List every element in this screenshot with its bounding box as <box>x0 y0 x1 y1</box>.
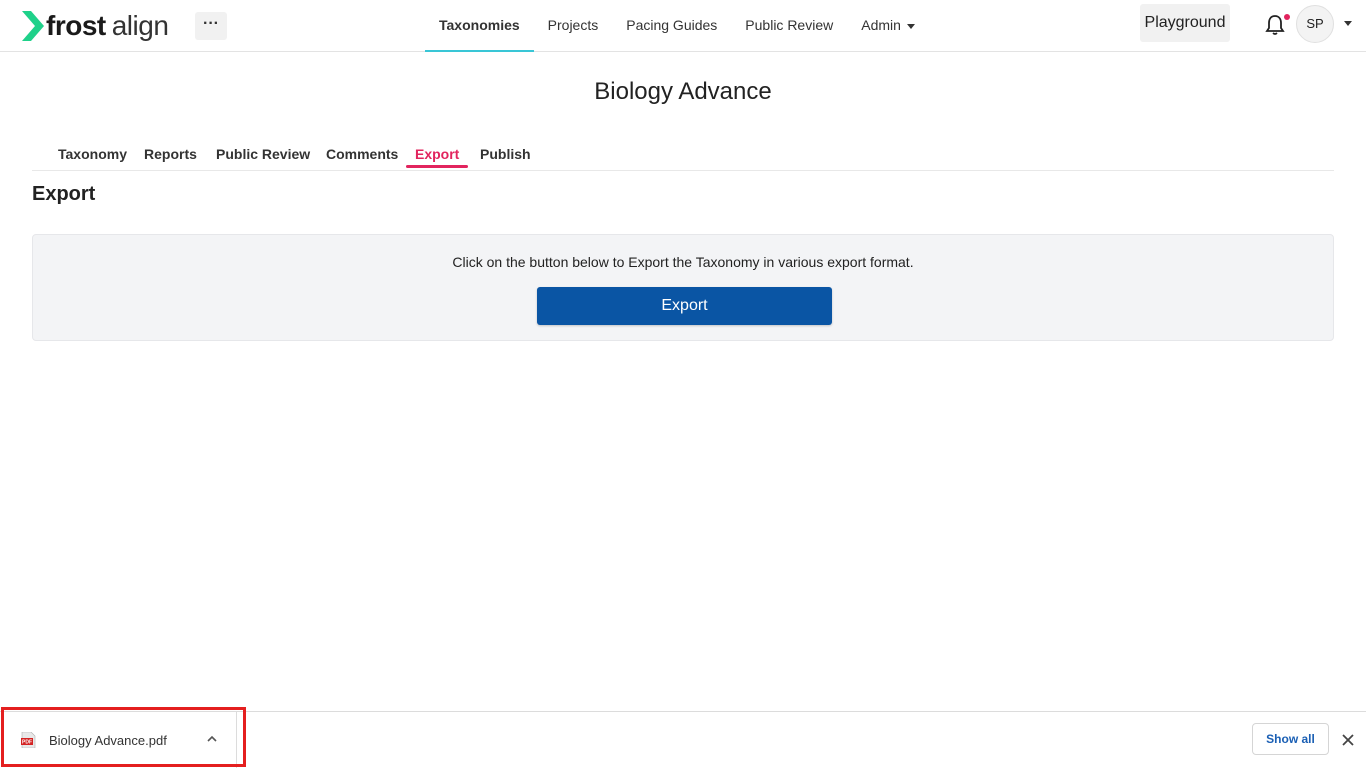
tab-export[interactable]: Export <box>415 146 459 162</box>
caret-down-icon <box>906 23 915 29</box>
pdf-file-icon: PDF <box>21 732 36 748</box>
notification-dot <box>1284 14 1290 20</box>
page-title: Biology Advance <box>594 78 772 105</box>
nav-item-projects[interactable]: Projects <box>534 0 613 52</box>
nav-item-public-review[interactable]: Public Review <box>731 0 847 52</box>
show-all-button[interactable]: Show all <box>1252 723 1329 755</box>
nav-item-taxonomies[interactable]: Taxonomies <box>425 0 534 52</box>
nav-item-admin[interactable]: Admin <box>847 0 929 52</box>
frost-align-logo[interactable]: frost align <box>22 9 169 43</box>
export-panel: Click on the button below to Export the … <box>32 234 1334 341</box>
tab-reports[interactable]: Reports <box>144 146 197 162</box>
user-avatar[interactable]: SP <box>1296 5 1334 43</box>
tab-publish[interactable]: Publish <box>480 146 531 162</box>
logo-chevron-icon <box>22 11 44 41</box>
tab-taxonomy[interactable]: Taxonomy <box>58 146 127 162</box>
section-title: Export <box>32 183 96 205</box>
export-description: Click on the button below to Export the … <box>452 254 914 270</box>
download-item[interactable]: PDF Biology Advance.pdf <box>0 712 237 768</box>
top-navbar: frost align ··· Taxonomies Projects Pacin… <box>0 0 1366 52</box>
download-bar: PDF Biology Advance.pdf Show all <box>0 711 1366 768</box>
close-icon[interactable] <box>1341 733 1355 747</box>
nav-item-admin-label: Admin <box>861 17 901 33</box>
more-options-button[interactable]: ··· <box>195 12 227 40</box>
export-button[interactable]: Export <box>537 287 832 325</box>
tab-public-review[interactable]: Public Review <box>216 146 310 162</box>
download-file-name: Biology Advance.pdf <box>49 733 167 748</box>
nav-item-pacing-guides[interactable]: Pacing Guides <box>612 0 731 52</box>
active-tab-indicator <box>406 165 468 168</box>
main-nav: Taxonomies Projects Pacing Guides Public… <box>425 0 929 52</box>
chevron-up-icon[interactable] <box>206 734 218 744</box>
avatar-caret-down-icon[interactable] <box>1344 21 1352 26</box>
tab-comments[interactable]: Comments <box>326 146 398 162</box>
svg-text:PDF: PDF <box>22 740 32 746</box>
logo-text-bold: frost <box>46 10 106 41</box>
taxonomy-tabs: Taxonomy Reports Public Review Comments … <box>32 140 1334 171</box>
bell-icon[interactable] <box>1265 14 1285 36</box>
logo-text-light: align <box>111 10 169 41</box>
playground-button[interactable]: Playground <box>1140 4 1230 42</box>
